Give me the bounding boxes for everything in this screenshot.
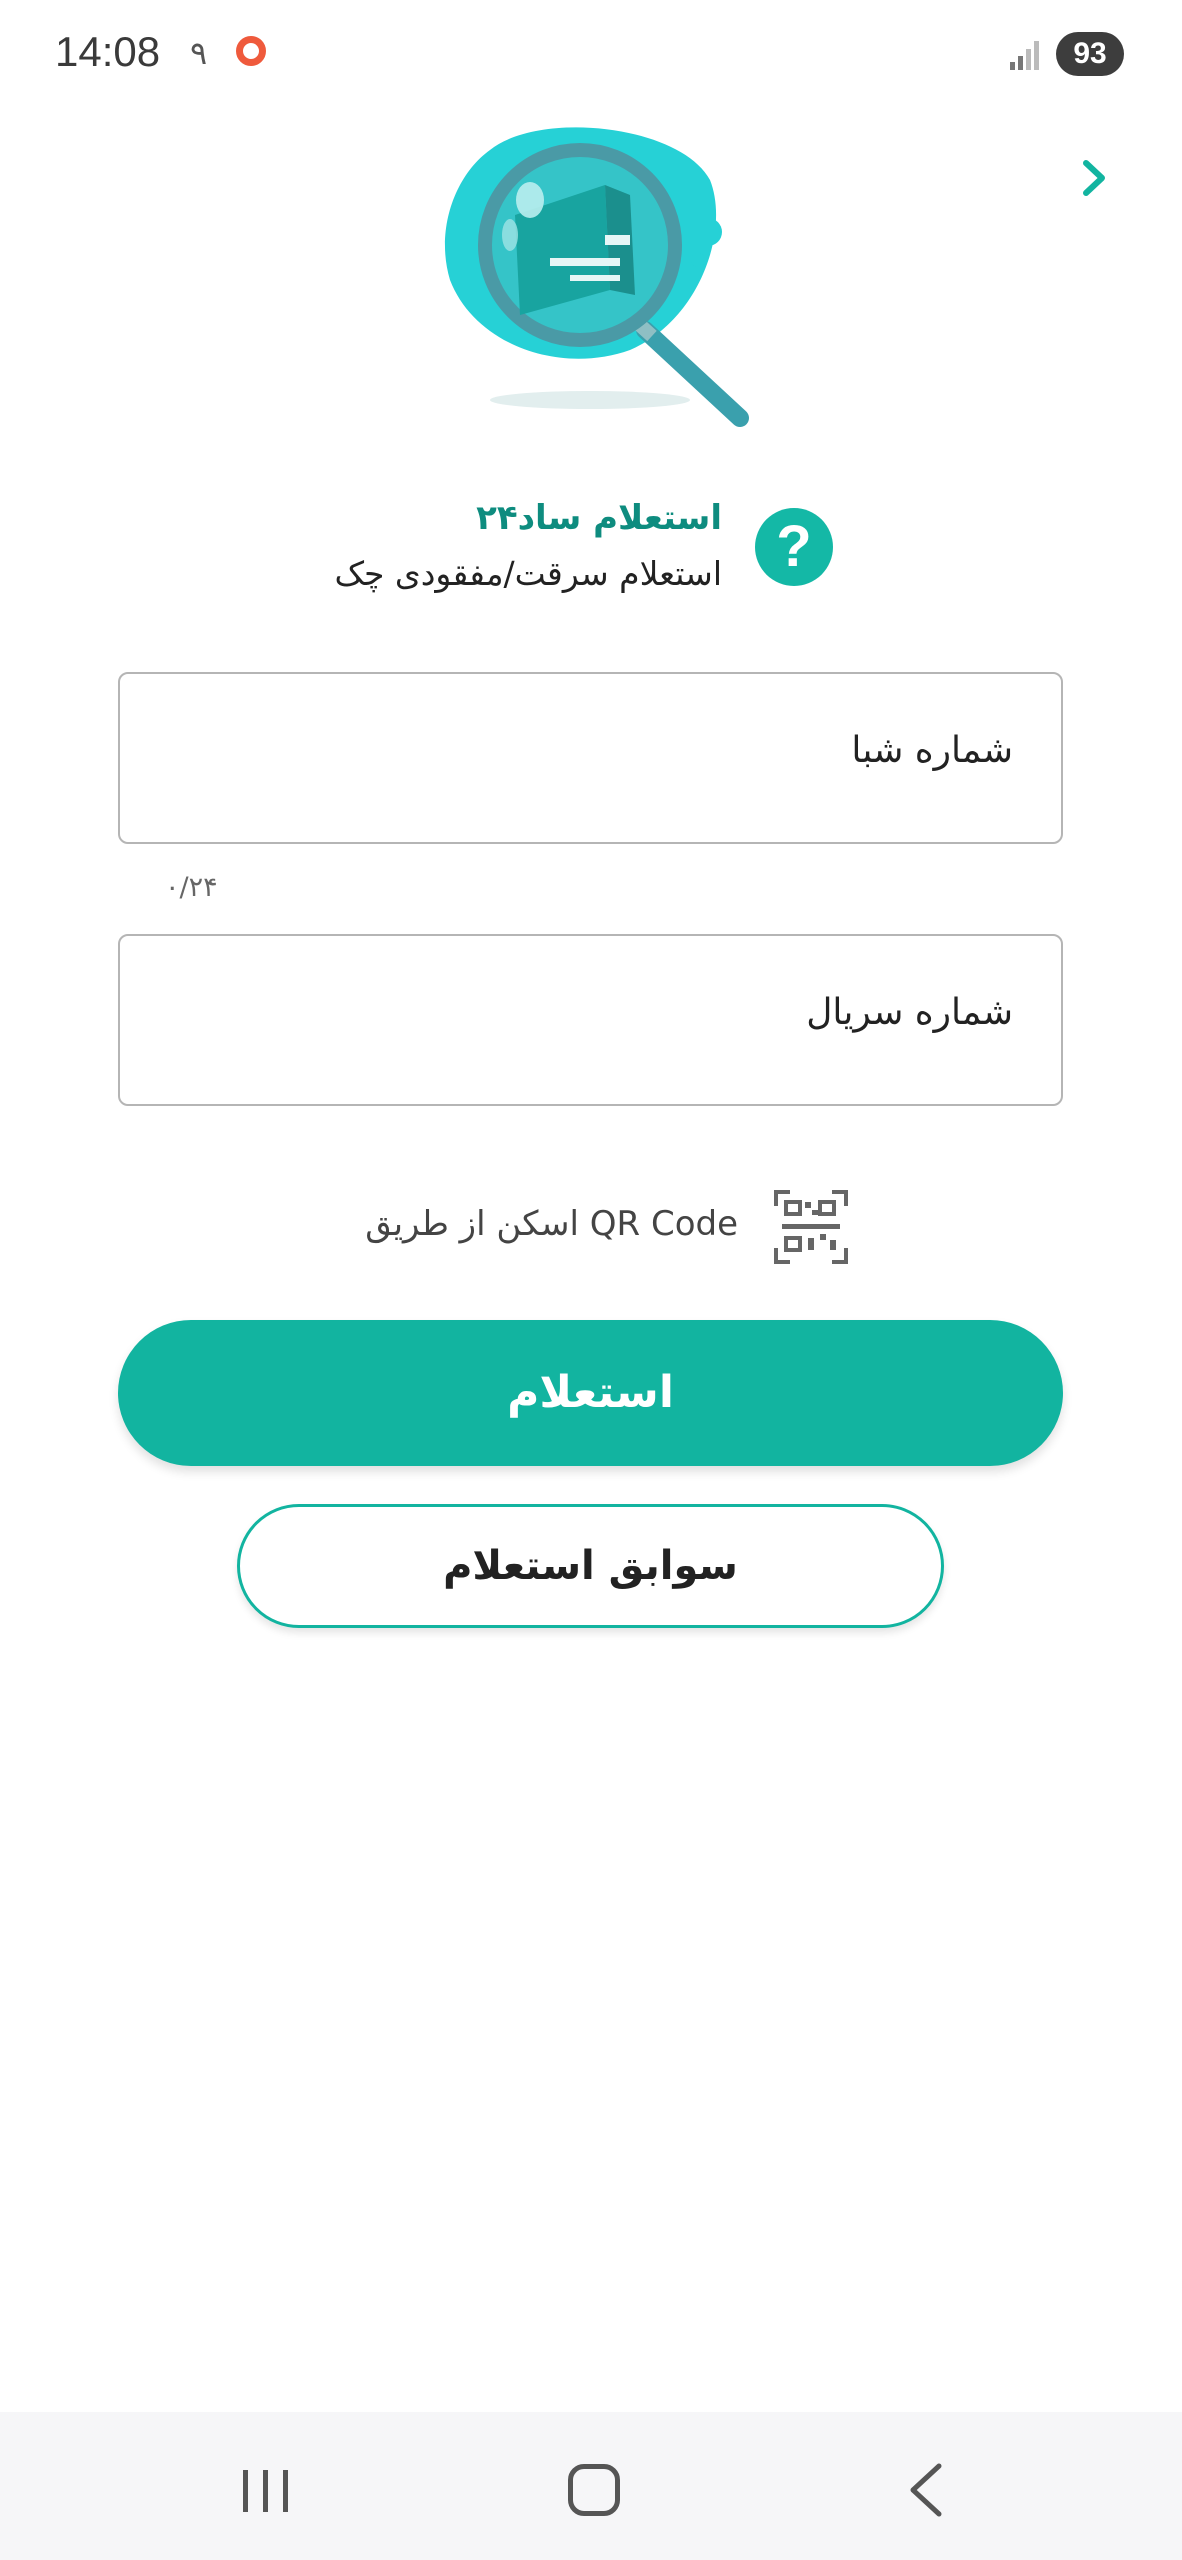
battery-indicator: 93 — [1056, 32, 1124, 76]
qr-code-icon — [774, 1190, 848, 1264]
qr-scan-link[interactable]: اسکن از طریق QR Code — [360, 1188, 850, 1268]
header-title-block: استعلام ساد۲۴ استعلام سرقت/مفقودی چک — [334, 498, 722, 593]
help-icon[interactable]: ? — [755, 508, 833, 586]
page-subtitle: استعلام سرقت/مفقودی چک — [334, 554, 722, 593]
nav-back-icon[interactable] — [905, 2462, 945, 2518]
nav-recent-icon[interactable] — [240, 2468, 292, 2514]
recording-indicator-icon — [236, 36, 266, 66]
serial-number-label: شماره سریال — [806, 992, 1013, 1033]
sheba-number-label: شماره شبا — [851, 730, 1013, 771]
qr-scan-label: اسکن از طریق QR Code — [365, 1204, 738, 1244]
sheba-character-counter: ۰/۲۴ — [165, 872, 218, 903]
inquiry-button[interactable]: استعلام — [118, 1320, 1063, 1466]
nav-home-icon[interactable] — [568, 2464, 620, 2516]
status-time: 14:08 — [55, 28, 161, 75]
status-extra-text: ۹ — [190, 34, 208, 72]
back-arrow-icon[interactable] — [1080, 158, 1110, 198]
sheba-number-field[interactable]: شماره شبا — [118, 672, 1063, 844]
inquiry-history-button[interactable]: سوابق استعلام — [237, 1504, 944, 1628]
serial-number-field[interactable]: شماره سریال — [118, 934, 1063, 1106]
page-title: استعلام ساد۲۴ — [476, 498, 722, 538]
check-inquiry-illustration — [444, 127, 749, 427]
signal-icon — [1010, 41, 1039, 70]
